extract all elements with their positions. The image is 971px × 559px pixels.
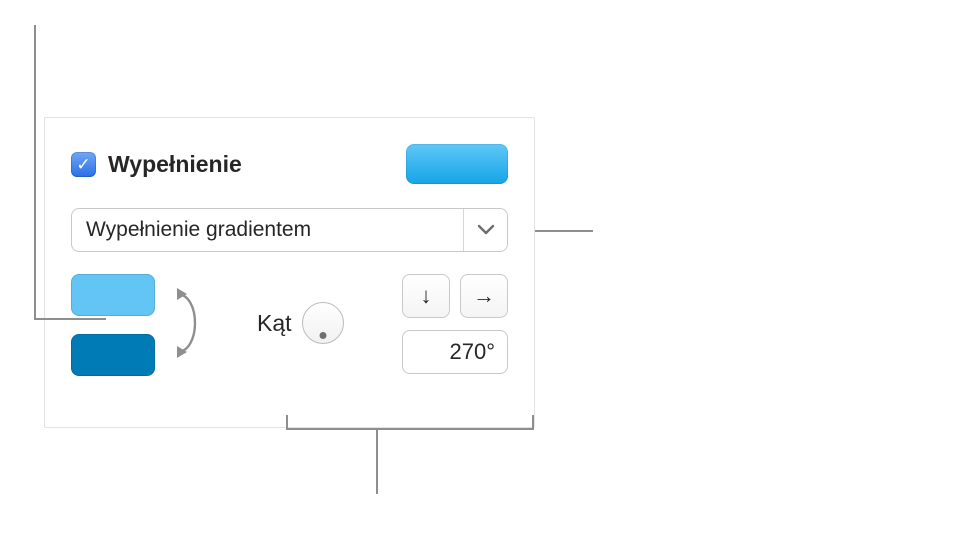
fill-label: Wypełnienie	[108, 151, 242, 178]
angle-input[interactable]: 270°	[402, 330, 508, 374]
angle-direction-buttons: ↓ →	[402, 274, 508, 318]
angle-value: 270°	[449, 339, 495, 365]
angle-down-button[interactable]: ↓	[402, 274, 450, 318]
callout-leader-left-h	[34, 318, 106, 320]
gradient-color-2[interactable]	[71, 334, 155, 376]
fill-type-dropdown[interactable]: Wypełnienie gradientem	[71, 208, 508, 252]
gradient-color-stops	[71, 274, 155, 376]
callout-leader-bottom-tick-left	[286, 415, 288, 430]
angle-dial-indicator	[319, 332, 326, 339]
fill-header-row: ✓ Wypełnienie	[71, 142, 508, 186]
checkmark-icon: ✓	[76, 156, 90, 173]
gradient-controls: Kąt ↓ → 270°	[71, 274, 508, 394]
angle-label: Kąt	[257, 310, 292, 337]
swap-colors-icon[interactable]	[165, 284, 217, 362]
fill-panel: ✓ Wypełnienie Wypełnienie gradientem Kąt	[44, 117, 535, 428]
callout-leader-bottom	[376, 428, 378, 494]
callout-leader-left	[34, 25, 36, 320]
callout-leader-right	[535, 230, 593, 232]
fill-checkbox[interactable]: ✓	[71, 152, 96, 177]
chevron-down-icon	[463, 209, 507, 251]
gradient-color-1[interactable]	[71, 274, 155, 316]
arrow-down-icon: ↓	[421, 283, 432, 309]
fill-type-selected-label: Wypełnienie gradientem	[72, 209, 463, 251]
callout-leader-bottom-tick-right	[532, 415, 534, 430]
angle-dial[interactable]	[302, 302, 344, 344]
angle-block: Kąt	[257, 302, 344, 344]
callout-leader-bottom-bar	[286, 428, 534, 430]
fill-checkbox-group: ✓ Wypełnienie	[71, 151, 242, 178]
arrow-right-icon: →	[473, 283, 495, 309]
angle-right-button[interactable]: →	[460, 274, 508, 318]
fill-preview-swatch[interactable]	[406, 144, 508, 184]
